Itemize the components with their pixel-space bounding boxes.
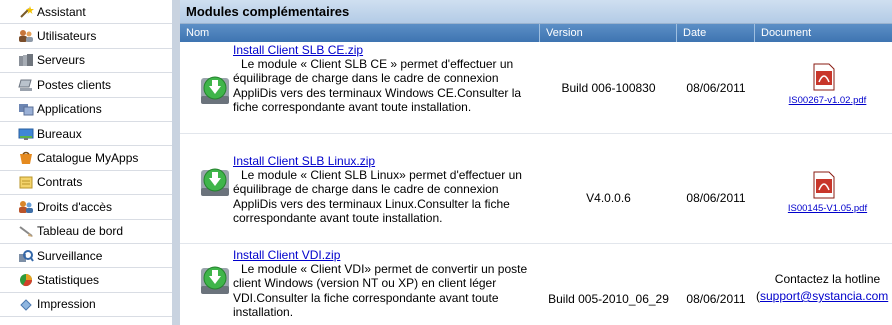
table-row: Install Client SLB CE.zip Le module « Cl… [180,42,892,133]
sidebar-item-catalogue-myapps[interactable]: Catalogue MyApps [0,146,172,171]
download-link[interactable]: Install Client SLB CE.zip [233,43,363,57]
sidebar-item-label: Statistiques [37,272,100,287]
sidebar-item-label: Postes clients [37,77,112,92]
sidebar-item-tableau-de-bord[interactable]: Tableau de bord [0,220,172,244]
package-install-icon [200,264,230,296]
sidebar-item-label: Assistant [37,4,86,19]
print-icon [18,297,34,312]
sidebar-item-droits-acces[interactable]: Droits d'accès [0,195,172,220]
support-email-link[interactable]: support@systancia.com [760,289,888,303]
sidebar-item-statistiques[interactable]: Statistiques [0,268,172,293]
module-description: Le module « Client SLB Linux» permet d'e… [233,168,522,226]
column-header-version[interactable]: Version [540,24,677,42]
sidebar-item-label: Applications [37,102,102,117]
sidebar-item-applications[interactable]: Applications [0,98,172,122]
table-row: Install Client VDI.zip Le module « Clien… [180,244,892,325]
module-description: Le module « Client VDI» permet de conver… [233,262,528,320]
download-link[interactable]: Install Client SLB Linux.zip [233,154,375,168]
sidebar-item-assistant[interactable]: Assistant [0,0,172,25]
sidebar-item-serveurs[interactable]: Serveurs [0,49,172,74]
download-link[interactable]: Install Client VDI.zip [233,248,340,262]
sidebar-item-surveillance[interactable]: Surveillance [0,244,172,269]
version-cell: Build 006-100830 [561,81,656,95]
servers-icon [18,53,34,67]
table-row: Install Client SLB Linux.zip Le module «… [180,134,892,226]
sidebar-item-impression[interactable]: Impression [0,293,172,318]
pdf-document-icon[interactable] [809,170,837,200]
date-cell: 08/06/2011 [686,292,746,306]
sidebar-item-label: Contrats [37,175,83,190]
version-cell: V4.0.0.6 [586,191,631,205]
version-cell: Build 005-2010_06_29 [548,292,669,306]
package-install-icon [200,166,230,198]
date-cell: 08/06/2011 [686,191,746,205]
pdf-document-icon[interactable] [809,62,837,92]
date-cell: 08/06/2011 [686,81,746,95]
client-computer-icon [18,78,34,92]
sidebar: Assistant Utilisateurs Serveurs Postes c… [0,0,172,325]
panel-title: Modules complémentaires [180,0,892,24]
table-header: Nom Version Date Document [180,24,892,42]
sidebar-item-label: Catalogue MyApps [37,151,139,166]
monitoring-icon [18,249,34,263]
contract-icon [18,175,34,189]
sidebar-item-label: Surveillance [37,248,103,263]
modules-panel: Modules complémentaires Nom Version Date… [180,0,892,325]
sidebar-item-contrats[interactable]: Contrats [0,171,172,196]
statistics-icon [18,273,34,287]
document-link[interactable]: IS00267-v1.02.pdf [755,95,892,106]
dashboard-icon [18,224,34,238]
sidebar-item-label: Bureaux [37,126,82,141]
package-install-icon [200,74,230,106]
magic-wand-icon [18,5,34,19]
column-header-document[interactable]: Document [755,24,892,42]
sidebar-item-label: Impression [37,297,96,312]
sidebar-divider[interactable] [172,0,180,325]
module-description: Le module « Client SLB CE » permet d'eff… [233,57,522,115]
contact-support-line: (support@systancia.com [756,289,888,303]
document-link[interactable]: IS00145-V1.05.pdf [755,203,892,214]
column-header-date[interactable]: Date [677,24,755,42]
sidebar-item-postes-clients[interactable]: Postes clients [0,73,172,98]
sidebar-item-label: Droits d'accès [37,199,112,214]
users-icon [18,29,34,43]
applications-icon [18,102,34,116]
column-header-name[interactable]: Nom [180,24,540,42]
sidebar-item-label: Utilisateurs [37,29,97,44]
access-rights-icon [18,200,34,214]
sidebar-item-label: Tableau de bord [37,224,124,239]
sidebar-item-utilisateurs[interactable]: Utilisateurs [0,24,172,49]
catalog-icon [18,151,34,165]
desktop-icon [18,127,34,141]
sidebar-item-bureaux[interactable]: Bureaux [0,122,172,147]
contact-hotline-text: Contactez la hotline [774,272,881,286]
sidebar-item-label: Serveurs [37,53,86,68]
